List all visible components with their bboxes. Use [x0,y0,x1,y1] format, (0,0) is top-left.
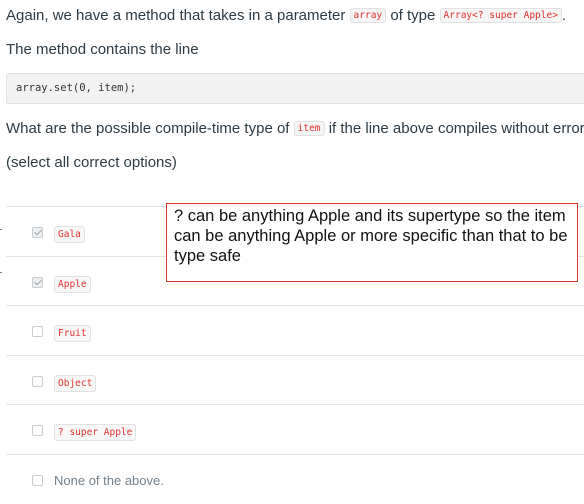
answer-option[interactable]: Fruit [6,305,584,355]
question-text: of type [390,7,436,24]
question-line-3: What are the possible compile-time type … [6,119,584,141]
checkbox[interactable] [32,375,43,387]
checkbox-checked[interactable] [32,276,43,288]
margin-tick [0,272,2,273]
checkbox[interactable] [32,326,43,337]
question-text: What are the possible compile-time type … [6,120,290,137]
checkbox[interactable] [32,474,43,486]
inline-code-array: array [349,8,387,23]
question-line-1: Again, we have a method that takes in a … [6,6,566,28]
question-text: Again, we have a method that takes in a … [6,7,346,24]
checkbox-checked[interactable] [32,227,43,238]
inline-code-type: Array<? super Apple> [439,8,562,23]
code-block: array.set(0, item); [6,73,584,104]
option-label: Object [54,374,97,392]
question-text: if the line above compiles without error… [328,120,584,137]
inline-code-item: item [293,121,325,136]
answer-option[interactable]: Object [6,355,584,405]
answer-option[interactable]: ? super Apple [6,404,584,454]
option-label: Apple [54,275,91,293]
option-label: ? super Apple [54,424,137,441]
option-label: Fruit [54,325,91,342]
answer-option[interactable]: None of the above. [6,454,584,504]
question-instructions: (select all correct options) [6,154,177,171]
question-line-2: The method contains the line [6,41,199,58]
option-label: Gala [54,226,85,243]
option-label: None of the above. [54,472,164,488]
checkbox[interactable] [32,425,43,436]
question-text: . [561,7,567,24]
annotation-box: ? can be anything Apple and its supertyp… [166,203,578,282]
margin-tick [0,229,2,230]
